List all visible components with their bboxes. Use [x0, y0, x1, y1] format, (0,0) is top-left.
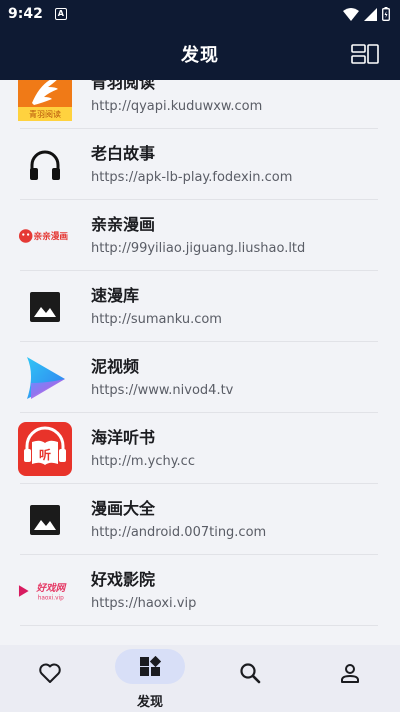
bottom-navigation: 发现 [0, 645, 400, 712]
heart-icon [36, 661, 64, 685]
svg-text:听: 听 [39, 447, 51, 462]
item-name: 漫画大全 [91, 498, 156, 518]
discover-grid-icon [136, 655, 164, 679]
haoxi-logo: 好戏网 haoxi.vip [18, 564, 72, 618]
nav-favorites[interactable] [0, 645, 100, 712]
qingyu-logo: 青羽阅读 [18, 80, 72, 121]
item-name: 海洋听书 [91, 427, 156, 447]
search-icon [236, 661, 264, 685]
item-url: http://android.007ting.com [91, 524, 267, 540]
person-icon [336, 661, 364, 685]
item-url: https://haoxi.vip [91, 595, 197, 611]
page-title: 发现 [181, 45, 219, 66]
list-item[interactable]: 漫画大全 http://android.007ting.com [0, 484, 400, 555]
list-item[interactable]: 老白故事 https://apk-lb-play.fodexin.com [0, 129, 400, 200]
layout-toggle-icon [351, 44, 379, 64]
nav-discover-label: 发现 [136, 695, 163, 710]
list-item[interactable]: 好戏网 haoxi.vip 好戏影院 https://haoxi.vip [0, 555, 400, 626]
status-icons [343, 7, 390, 21]
list-item[interactable]: 青羽阅读 青羽阅读 http://qyapi.kuduwxw.com [0, 80, 400, 129]
item-name: 泥视频 [91, 356, 140, 376]
item-name: 老白故事 [91, 143, 156, 163]
source-list[interactable]: 青羽阅读 青羽阅读 http://qyapi.kuduwxw.com 老白故事 … [0, 80, 400, 645]
headphones-icon [18, 138, 72, 192]
status-time: 9:42 [8, 6, 43, 22]
image-placeholder-icon [18, 493, 72, 547]
svg-text:亲亲漫画: 亲亲漫画 [33, 229, 68, 241]
nav-discover[interactable]: 发现 [100, 645, 200, 712]
item-url: https://apk-lb-play.fodexin.com [91, 169, 293, 185]
signal-icon [364, 7, 377, 21]
item-name: 亲亲漫画 [91, 214, 156, 234]
book-listen-logo: 听 [18, 421, 72, 476]
list-item[interactable]: 亲亲漫画 亲亲漫画 http://99yiliao.jiguang.liusha… [0, 200, 400, 271]
status-bar: 9:42 A [0, 0, 400, 28]
item-name: 好戏影院 [91, 569, 156, 589]
svg-text:haoxi.vip: haoxi.vip [38, 595, 64, 601]
item-url: http://qyapi.kuduwxw.com [91, 98, 263, 114]
item-url: https://www.nivod4.tv [91, 382, 234, 398]
item-url: http://sumanku.com [91, 311, 222, 327]
item-url: http://99yiliao.jiguang.liushao.ltd [91, 240, 306, 256]
item-name: 青羽阅读 [91, 80, 156, 92]
svg-text:青羽阅读: 青羽阅读 [29, 109, 61, 119]
battery-icon [382, 7, 390, 21]
list-item[interactable]: 听 海洋听书 http://m.ychy.cc [0, 413, 400, 484]
item-url: http://m.ychy.cc [91, 453, 195, 469]
nav-search[interactable] [200, 645, 300, 712]
list-item[interactable]: 泥视频 https://www.nivod4.tv [0, 342, 400, 413]
image-placeholder-icon [18, 280, 72, 334]
play-logo [18, 351, 72, 405]
nav-profile[interactable] [300, 645, 400, 712]
app-bar: 发现 [0, 28, 400, 80]
wifi-icon [343, 7, 359, 21]
qinqin-logo: 亲亲漫画 [18, 209, 72, 263]
item-name: 速漫库 [91, 285, 140, 305]
notification-a-icon: A [54, 8, 67, 20]
list-item[interactable]: 速漫库 http://sumanku.com [0, 271, 400, 342]
layout-toggle-button[interactable] [350, 41, 380, 67]
svg-text:好戏网: 好戏网 [35, 582, 66, 594]
